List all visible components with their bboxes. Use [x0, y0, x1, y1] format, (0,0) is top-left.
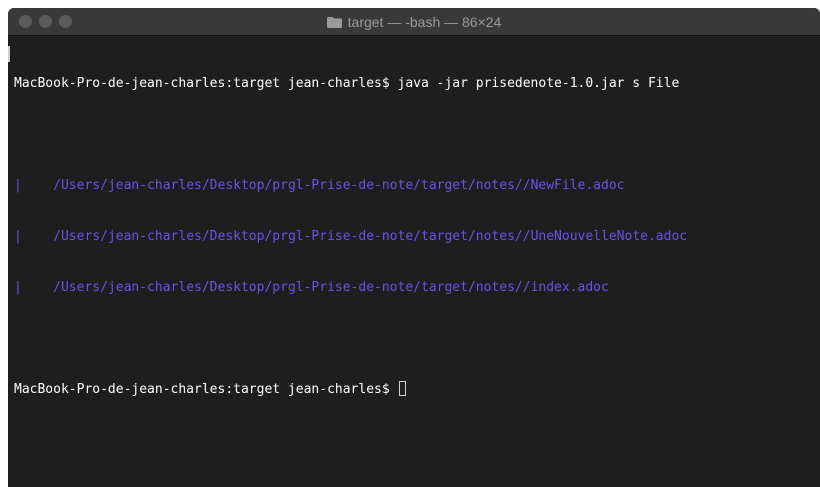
- result-line: | /Users/jean-charles/Desktop/prgl-Prise…: [14, 177, 820, 194]
- result-line: | /Users/jean-charles/Desktop/prgl-Prise…: [14, 228, 820, 245]
- selection-marker: [8, 46, 10, 62]
- result-bar: |: [14, 229, 22, 244]
- result-bar: |: [14, 280, 22, 295]
- window-title-area: target — -bash — 86×24: [8, 8, 820, 36]
- folder-icon: [326, 17, 342, 28]
- cursor: [398, 381, 406, 396]
- result-bar: |: [14, 178, 22, 193]
- command-line: MacBook-Pro-de-jean-charles:target jean-…: [14, 76, 680, 91]
- prompt-text: MacBook-Pro-de-jean-charles:target jean-…: [14, 382, 398, 397]
- terminal-output[interactable]: MacBook-Pro-de-jean-charles:target jean-…: [8, 36, 820, 487]
- terminal-window: target — -bash — 86×24 MacBook-Pro-de-je…: [8, 8, 820, 487]
- result-path: /Users/jean-charles/Desktop/prgl-Prise-d…: [53, 229, 688, 244]
- prompt-line: MacBook-Pro-de-jean-charles:target jean-…: [14, 381, 820, 398]
- result-path: /Users/jean-charles/Desktop/prgl-Prise-d…: [53, 178, 625, 193]
- result-line: | /Users/jean-charles/Desktop/prgl-Prise…: [14, 279, 820, 296]
- window-title: target — -bash — 86×24: [347, 14, 502, 30]
- result-path: /Users/jean-charles/Desktop/prgl-Prise-d…: [53, 280, 609, 295]
- title-bar[interactable]: target — -bash — 86×24: [8, 8, 820, 36]
